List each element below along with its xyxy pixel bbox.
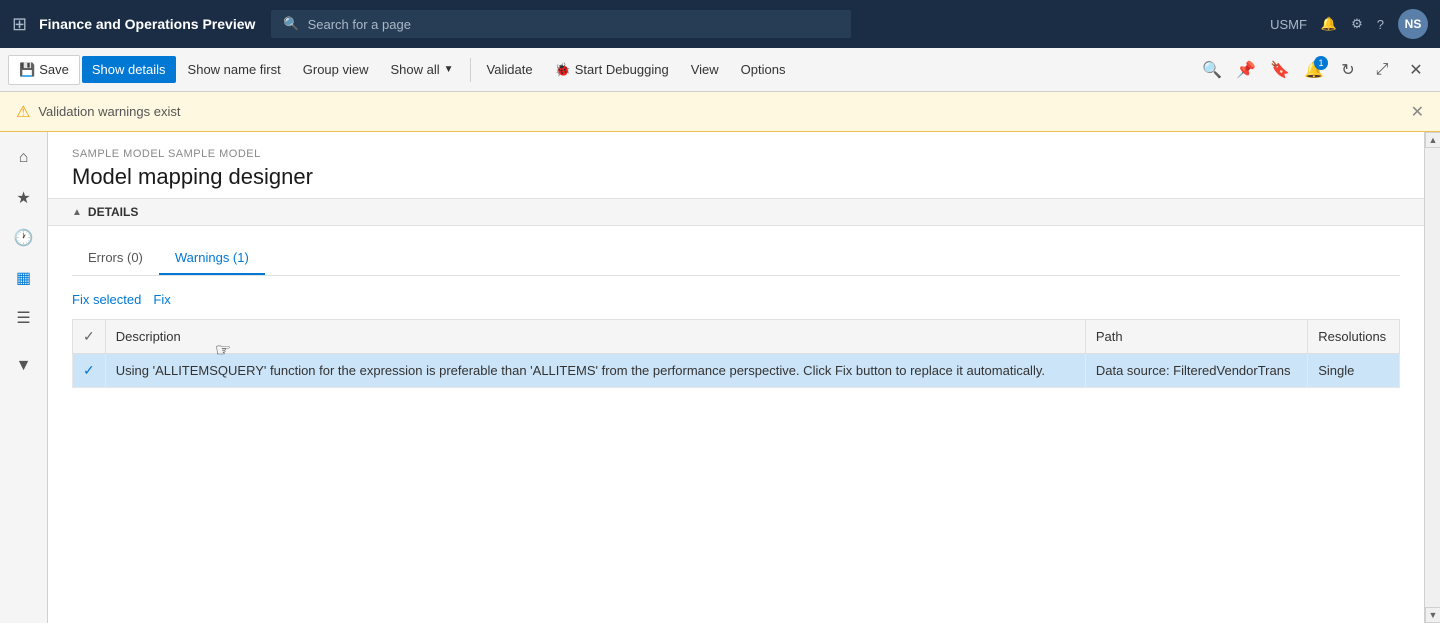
row-checkmark: ✓ [83, 362, 95, 379]
row-check-cell[interactable]: ✓ [73, 354, 106, 388]
open-new-icon[interactable]: ⤢ [1366, 54, 1398, 86]
tabs: Errors (0) Warnings (1) [72, 242, 1400, 276]
warning-icon: ⚠ [16, 102, 30, 122]
warning-close-button[interactable]: ✕ [1411, 102, 1424, 122]
sidebar-favorites-icon[interactable]: ★ [6, 180, 42, 216]
show-name-first-button[interactable]: Show name first [178, 56, 291, 83]
top-navigation: ⊞ Finance and Operations Preview 🔍 USMF … [0, 0, 1440, 48]
action-buttons: Fix selected Fix [72, 292, 1400, 307]
save-button[interactable]: 💾 Save [8, 55, 80, 85]
settings-icon[interactable]: ⚙ [1351, 16, 1363, 32]
bookmark-icon[interactable]: 🔖 [1264, 54, 1296, 86]
row-path: Data source: FilteredVendorTrans [1085, 354, 1307, 388]
avatar[interactable]: NS [1398, 9, 1428, 39]
close-icon[interactable]: ✕ [1400, 54, 1432, 86]
section-content: Errors (0) Warnings (1) Fix selected Fix… [48, 226, 1424, 404]
page-title: Model mapping designer [72, 164, 1400, 190]
start-debugging-button[interactable]: 🐞 Start Debugging [545, 56, 679, 84]
company-label[interactable]: USMF [1270, 17, 1307, 32]
sidebar-list-icon[interactable]: ☰ [6, 300, 42, 336]
search-input[interactable] [308, 17, 840, 32]
row-description: Using 'ALLITEMSQUERY' function for the e… [105, 354, 1085, 388]
view-button[interactable]: View [681, 56, 729, 83]
breadcrumb: SAMPLE MODEL SAMPLE MODEL [72, 148, 1400, 160]
chevron-down-icon: ▼ [444, 64, 454, 75]
check-column-header[interactable]: ✓ [73, 320, 106, 354]
table-row[interactable]: ✓ Using 'ALLITEMSQUERY' function for the… [73, 354, 1400, 388]
notification-icon[interactable]: 🔔 [1321, 16, 1337, 32]
collapse-icon: ▲ [72, 207, 82, 218]
path-column-header: Path [1085, 320, 1307, 354]
search-toolbar-icon[interactable]: 🔍 [1196, 54, 1228, 86]
sidebar-recent-icon[interactable]: 🕐 [6, 220, 42, 256]
scroll-up-button[interactable]: ▲ [1425, 132, 1440, 148]
resolutions-column-header: Resolutions [1308, 320, 1400, 354]
help-icon[interactable]: ? [1377, 17, 1384, 32]
scroll-down-button[interactable]: ▼ [1425, 607, 1440, 623]
tab-warnings[interactable]: Warnings (1) [159, 242, 265, 275]
fix-selected-button[interactable]: Fix selected [72, 292, 141, 307]
right-scrollbar[interactable]: ▲ ▼ [1424, 132, 1440, 623]
save-icon: 💾 [19, 62, 35, 78]
grid-icon[interactable]: ⊞ [12, 14, 27, 35]
warning-banner: ⚠ Validation warnings exist ✕ [0, 92, 1440, 132]
scroll-track[interactable] [1425, 148, 1440, 607]
sidebar-grid-icon[interactable]: ▦ [6, 260, 42, 296]
group-view-button[interactable]: Group view [293, 56, 379, 83]
search-bar[interactable]: 🔍 [271, 10, 851, 38]
refresh-icon[interactable]: ↻ [1332, 54, 1364, 86]
validate-button[interactable]: Validate [477, 56, 543, 83]
details-section-label: DETAILS [88, 205, 138, 219]
notification-badge-icon[interactable]: 🔔 1 [1298, 54, 1330, 86]
details-section-header[interactable]: ▲ DETAILS [48, 198, 1424, 226]
nav-right: USMF 🔔 ⚙ ? NS [1270, 9, 1428, 39]
show-all-button[interactable]: Show all ▼ [381, 56, 464, 83]
show-details-button[interactable]: Show details [82, 56, 176, 83]
pin-icon[interactable]: 📌 [1230, 54, 1262, 86]
page-header: SAMPLE MODEL SAMPLE MODEL Model mapping … [48, 132, 1424, 198]
app-title: Finance and Operations Preview [39, 16, 255, 32]
tab-errors[interactable]: Errors (0) [72, 242, 159, 275]
warning-text: Validation warnings exist [38, 104, 180, 119]
description-column-header: Description [105, 320, 1085, 354]
row-resolutions: Single [1308, 354, 1400, 388]
filter-icon[interactable]: ▼ [6, 348, 42, 384]
sidebar-home-icon[interactable]: ⌂ [6, 140, 42, 176]
toolbar: 💾 Save Show details Show name first Grou… [0, 48, 1440, 92]
toolbar-divider-1 [470, 58, 471, 82]
fix-button[interactable]: Fix [153, 292, 170, 307]
options-button[interactable]: Options [731, 56, 796, 83]
left-sidebar: ⌂ ★ 🕐 ▦ ☰ ▼ [0, 132, 48, 623]
main-layout: ⌂ ★ 🕐 ▦ ☰ ▼ SAMPLE MODEL SAMPLE MODEL Mo… [0, 132, 1440, 623]
content-area: SAMPLE MODEL SAMPLE MODEL Model mapping … [48, 132, 1424, 623]
search-icon: 🔍 [283, 16, 299, 32]
debug-icon: 🐞 [555, 62, 571, 78]
warnings-table: ✓ Description Path Resolutions ✓ [72, 319, 1400, 388]
